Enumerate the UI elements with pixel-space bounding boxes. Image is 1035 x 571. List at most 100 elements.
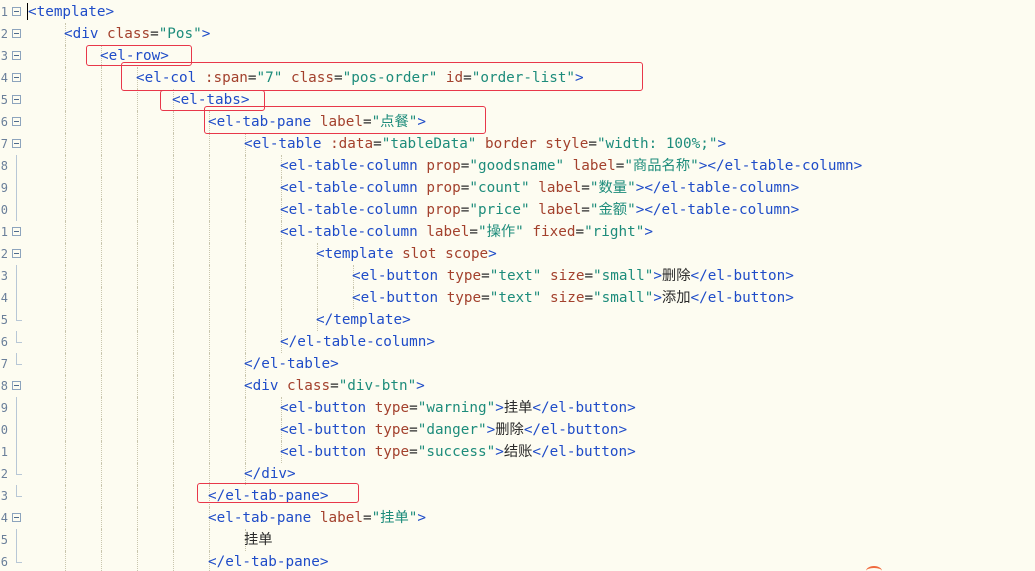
fold-toggle-icon[interactable] — [12, 227, 21, 236]
code-line[interactable]: 0 <el-table-column prop="price" label="金额… — [0, 199, 1035, 221]
value-token: "text" — [489, 268, 542, 284]
attribute-token: type — [374, 444, 410, 460]
fold-toggle-icon[interactable] — [12, 381, 21, 390]
indent-guide — [101, 375, 102, 397]
code-line[interactable]: 9 <el-button type="warning">挂单</el-button… — [0, 397, 1035, 419]
indent-guide — [137, 221, 138, 243]
tag-token: > — [417, 510, 426, 526]
fold-toggle-icon[interactable] — [12, 7, 21, 16]
code-line[interactable]: 4 <el-button type="text" size="small">添加<… — [0, 287, 1035, 309]
attribute-token: type — [374, 422, 410, 438]
fold-toggle-icon[interactable] — [12, 95, 21, 104]
fold-toggle-icon[interactable] — [12, 73, 21, 82]
fold-end-marker — [16, 309, 22, 321]
indent-guide — [137, 243, 138, 265]
code-line[interactable]: 5 挂单 — [0, 529, 1035, 551]
code-line[interactable]: 8 <div class="div-btn"> — [0, 375, 1035, 397]
code-line[interactable]: 5 <el-tabs> — [0, 89, 1035, 111]
text-token: = — [575, 224, 585, 240]
indent-guide — [209, 375, 210, 397]
indent-guide — [173, 155, 174, 177]
indent-guide — [65, 45, 66, 67]
code-line[interactable]: 4 <el-tab-pane label="挂单"> — [0, 507, 1035, 529]
indent-guide — [209, 243, 210, 265]
fold-toggle-icon[interactable] — [12, 249, 21, 258]
indent-guide — [209, 287, 210, 309]
fold-toggle-icon[interactable] — [12, 29, 21, 38]
value-token: "count" — [469, 180, 530, 196]
code-line[interactable]: 5 </template> — [0, 309, 1035, 331]
indent-guide — [137, 309, 138, 331]
code-line[interactable]: 0 <el-button type="danger">删除</el-button> — [0, 419, 1035, 441]
fold-end-marker — [16, 353, 22, 365]
text-token: = — [373, 136, 382, 152]
code-line[interactable]: 1 <template> — [0, 1, 1035, 23]
line-number: 0 — [0, 203, 8, 217]
indent-guide — [137, 331, 138, 353]
indent-guide — [101, 221, 102, 243]
tag-token: <div — [244, 378, 288, 394]
indent-guide — [101, 111, 102, 133]
code-line[interactable]: 3 </el-tab-pane> — [0, 485, 1035, 507]
indent-guide — [173, 221, 174, 243]
indent-guide — [281, 287, 282, 309]
code-line[interactable]: 2 <template slot scope> — [0, 243, 1035, 265]
indent-guide — [173, 441, 174, 463]
fold-toggle-icon[interactable] — [12, 139, 21, 148]
code-line[interactable]: 6 </el-table-column> — [0, 331, 1035, 353]
value-token: "挂单" — [371, 510, 418, 526]
tag-token: <el-button — [352, 268, 447, 284]
indent-guide — [281, 265, 282, 287]
attribute-token: fixed — [532, 224, 576, 240]
indent-guide — [209, 441, 210, 463]
indent-guide — [137, 133, 138, 155]
indent-guide — [65, 507, 66, 529]
code-line[interactable]: 1 <el-table-column label="操作" fixed="righ… — [0, 221, 1035, 243]
indent-guide — [101, 265, 102, 287]
code-line[interactable]: 7 <el-table :data="tableData" border styl… — [0, 133, 1035, 155]
indent-guide — [137, 265, 138, 287]
indent-guide — [245, 199, 246, 221]
attribute-token: label — [572, 158, 616, 174]
fold-guide-line — [16, 287, 17, 309]
code-line[interactable]: 3 <el-button type="text" size="small">删除<… — [0, 265, 1035, 287]
code-editor[interactable]: 1 <template> 2 <div class="Pos"> 3 <el-row> 4 <… — [0, 0, 1035, 571]
indent-guide — [173, 529, 174, 551]
value-token: "success" — [417, 444, 496, 460]
indent-guide — [209, 221, 210, 243]
tag-token: > — [644, 224, 653, 240]
code-text: <el-button type="danger">删除</el-button> — [280, 419, 627, 441]
code-line[interactable]: 9 <el-table-column prop="count" label="数量… — [0, 177, 1035, 199]
code-text: </el-table-column> — [280, 331, 435, 353]
code-line[interactable]: 7 </el-table> — [0, 353, 1035, 375]
code-text: <el-table-column prop="count" label="数量"… — [280, 177, 799, 199]
indent-guide — [209, 419, 210, 441]
indent-guide — [173, 199, 174, 221]
fold-toggle-icon[interactable] — [12, 117, 21, 126]
text-token: = — [409, 400, 418, 416]
value-token: "tableData" — [381, 136, 477, 152]
indent-guide — [65, 309, 66, 331]
fold-toggle-icon[interactable] — [12, 513, 21, 522]
indent-guide — [65, 463, 66, 485]
code-line[interactable]: 2 <div class="Pos"> — [0, 23, 1035, 45]
indent-guide — [209, 199, 210, 221]
indent-guide — [137, 155, 138, 177]
indent-guide — [65, 67, 66, 89]
fold-toggle-icon[interactable] — [12, 51, 21, 60]
code-line[interactable]: 2 </div> — [0, 463, 1035, 485]
text-token: 挂单 — [503, 400, 533, 416]
indent-guide — [281, 243, 282, 265]
text-token: = — [150, 26, 159, 42]
line-number: 7 — [0, 137, 8, 151]
code-line[interactable]: 8 <el-table-column prop="goodsname" label… — [0, 155, 1035, 177]
indent-guide — [137, 485, 138, 507]
tag-token: <template> — [28, 4, 115, 20]
tag-token: <el-table-column — [280, 202, 427, 218]
code-line[interactable]: 6 <el-tab-pane label="点餐"> — [0, 111, 1035, 133]
text-token: = — [588, 136, 597, 152]
code-line[interactable]: 1 <el-button type="success">结账</el-button… — [0, 441, 1035, 463]
text-token: 挂单 — [244, 532, 273, 548]
value-token: "goodsname" — [469, 158, 565, 174]
